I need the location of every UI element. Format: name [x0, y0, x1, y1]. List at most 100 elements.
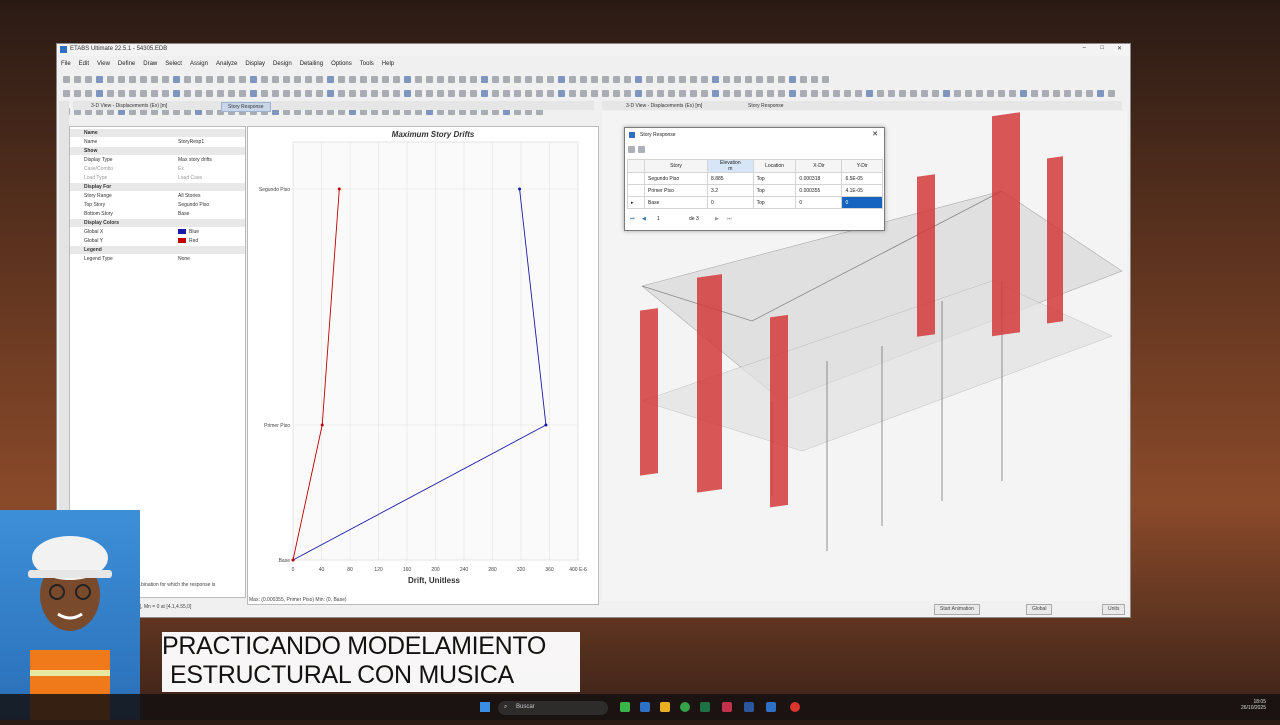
- toolbar-button[interactable]: [74, 76, 81, 83]
- toolbar-button[interactable]: [151, 76, 158, 83]
- toolbar-button[interactable]: [305, 90, 312, 97]
- toolbar-button[interactable]: [184, 90, 191, 97]
- first-page-icon[interactable]: ⏮: [630, 216, 635, 222]
- toolbar-button[interactable]: [943, 90, 950, 97]
- toolbar-button[interactable]: [107, 76, 114, 83]
- toolbar-button[interactable]: [382, 90, 389, 97]
- toolbar-button[interactable]: [921, 90, 928, 97]
- next-page-icon[interactable]: ▶: [715, 216, 719, 222]
- toolbar-button[interactable]: [657, 90, 664, 97]
- toolbar-button[interactable]: [613, 76, 620, 83]
- table-cell[interactable]: Top: [752, 184, 797, 197]
- toolbar-button[interactable]: [800, 90, 807, 97]
- column-header[interactable]: X-Dir: [795, 159, 843, 173]
- toolbar-button[interactable]: [789, 90, 796, 97]
- toolbar-button[interactable]: [514, 76, 521, 83]
- toolbar-button[interactable]: [745, 90, 752, 97]
- toolbar-button[interactable]: [228, 90, 235, 97]
- toolbar-button[interactable]: [360, 90, 367, 97]
- property-row[interactable]: Global X Blue: [70, 228, 245, 236]
- toolbar-button[interactable]: [195, 90, 202, 97]
- toolbar-button[interactable]: [426, 90, 433, 97]
- toolbar-button[interactable]: [547, 76, 554, 83]
- table-cell[interactable]: Top: [752, 196, 797, 209]
- tab-story-response-left[interactable]: Story Response: [221, 102, 271, 112]
- toolbar-button[interactable]: [690, 76, 697, 83]
- toolbar-button[interactable]: [261, 76, 268, 83]
- property-row[interactable]: Case/Combo Ex: [70, 165, 245, 173]
- toolbar-button[interactable]: [976, 90, 983, 97]
- toolbar-button[interactable]: [459, 76, 466, 83]
- units-selector[interactable]: Global: [1026, 604, 1053, 615]
- toolbar-button[interactable]: [173, 76, 180, 83]
- column-header[interactable]: Story: [643, 159, 709, 173]
- toolbar-button[interactable]: [448, 90, 455, 97]
- column-header[interactable]: Location: [752, 159, 797, 173]
- toolbar-button[interactable]: [668, 76, 675, 83]
- table-cell[interactable]: 4.1E-05: [841, 184, 883, 197]
- toolbar-button[interactable]: [294, 90, 301, 97]
- toolbar-button[interactable]: [811, 76, 818, 83]
- toolbar-button[interactable]: [965, 90, 972, 97]
- table-cell[interactable]: Primer Piso: [643, 184, 709, 197]
- toolbar-button[interactable]: [393, 90, 400, 97]
- toolbar-button[interactable]: [1020, 90, 1027, 97]
- toolbar-button[interactable]: [1031, 90, 1038, 97]
- toolbar-button[interactable]: [734, 76, 741, 83]
- toolbar-button[interactable]: [327, 76, 334, 83]
- toolbar-button[interactable]: [734, 90, 741, 97]
- toolbar-button[interactable]: [415, 76, 422, 83]
- toolbar-button[interactable]: [481, 90, 488, 97]
- toolbar-button[interactable]: [1086, 90, 1093, 97]
- toolbar-button[interactable]: [118, 76, 125, 83]
- toolbar-button[interactable]: [767, 90, 774, 97]
- toolbar-button[interactable]: [305, 76, 312, 83]
- toolbar-button[interactable]: [646, 76, 653, 83]
- toolbar-button[interactable]: [954, 90, 961, 97]
- toolbar-button[interactable]: [679, 90, 686, 97]
- property-row[interactable]: Display Type Max story drifts: [70, 156, 245, 164]
- column-header[interactable]: Y-Dir: [841, 159, 883, 173]
- table-row[interactable]: Segundo Piso 8.885 Top 0.000318 6.5E-05: [627, 172, 883, 185]
- page-number[interactable]: 1: [657, 216, 660, 222]
- toolbar-button[interactable]: [459, 90, 466, 97]
- toolbar-button[interactable]: [525, 90, 532, 97]
- toolbar-button[interactable]: [1108, 90, 1115, 97]
- toolbar-button[interactable]: [778, 76, 785, 83]
- toolbar-button[interactable]: [206, 90, 213, 97]
- word-icon[interactable]: [744, 702, 754, 712]
- etabs-taskbar-icon[interactable]: [766, 702, 776, 712]
- toolbar-button[interactable]: [492, 76, 499, 83]
- close-icon[interactable]: ✕: [872, 128, 878, 142]
- toolbar-button[interactable]: [624, 76, 631, 83]
- folder-icon[interactable]: [660, 702, 670, 712]
- start-animation-button[interactable]: Start Animation: [934, 604, 980, 615]
- table-cell[interactable]: 6.5E-05: [841, 172, 883, 185]
- menu-edit[interactable]: Edit: [79, 61, 89, 67]
- toolbar-button[interactable]: [107, 90, 114, 97]
- toolbar-button[interactable]: [558, 90, 565, 97]
- table-cell[interactable]: 0.000355: [795, 184, 843, 197]
- property-row[interactable]: Bottom Story Base: [70, 210, 245, 218]
- toolbar-button[interactable]: [701, 76, 708, 83]
- toolbar-button[interactable]: [822, 90, 829, 97]
- last-page-icon[interactable]: ⏭: [727, 216, 732, 222]
- toolbar-button[interactable]: [470, 76, 477, 83]
- toolbar-button[interactable]: [712, 76, 719, 83]
- toolbar-button[interactable]: [745, 76, 752, 83]
- prev-page-icon[interactable]: ◀: [642, 216, 646, 222]
- toolbar-button[interactable]: [866, 90, 873, 97]
- toolbar-button[interactable]: [382, 76, 389, 83]
- toolbar-button[interactable]: [987, 90, 994, 97]
- units-button[interactable]: Units: [1102, 604, 1126, 615]
- toolbar-button[interactable]: [239, 90, 246, 97]
- toolbar-button[interactable]: [591, 90, 598, 97]
- table-cell[interactable]: 0.000318: [795, 172, 843, 185]
- toolbar-button[interactable]: [96, 90, 103, 97]
- toolbar-button[interactable]: [580, 90, 587, 97]
- toolbar-button[interactable]: [789, 76, 796, 83]
- pdf-icon[interactable]: [722, 702, 732, 712]
- toolbar-button[interactable]: [162, 90, 169, 97]
- toolbar-button[interactable]: [338, 90, 345, 97]
- column-header[interactable]: Elevation m: [707, 159, 754, 173]
